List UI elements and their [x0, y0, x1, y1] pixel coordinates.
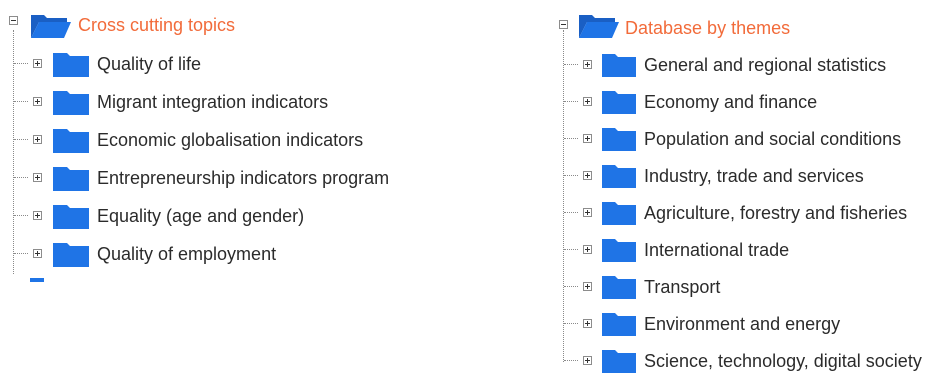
tree-connector [564, 249, 578, 250]
tree-connector [14, 63, 28, 64]
folder-icon [602, 313, 636, 336]
root-label-cross-cutting-topics[interactable]: Cross cutting topics [78, 14, 235, 36]
tree-connector [564, 323, 578, 324]
tree-item-entrepreneurship-indicators-program[interactable]: Entrepreneurship indicators program [97, 167, 389, 189]
folder-icon [602, 54, 636, 77]
folder-icon [602, 165, 636, 188]
tree-connector [14, 101, 28, 102]
root-label-database-by-themes[interactable]: Database by themes [625, 17, 790, 39]
expand-toggle-entrepreneurship-indicators-program[interactable] [33, 173, 42, 182]
collapse-toggle-database-by-themes[interactable] [559, 20, 568, 29]
tree-connector [14, 177, 28, 178]
folder-icon [602, 350, 636, 373]
tree-item-agriculture-forestry-and-fisheries[interactable]: Agriculture, forestry and fisheries [644, 202, 907, 224]
tree-connector [564, 360, 578, 361]
expand-toggle-industry-trade-and-services[interactable] [583, 171, 592, 180]
tree-item-international-trade[interactable]: International trade [644, 239, 789, 261]
tree-guide-line [563, 30, 564, 362]
tree-item-environment-and-energy[interactable]: Environment and energy [644, 313, 840, 335]
folder-icon [53, 53, 89, 77]
folder-icon [53, 91, 89, 115]
tree-guide-line [13, 30, 14, 274]
tree-item-population-and-social-conditions[interactable]: Population and social conditions [644, 128, 901, 150]
tree-item-migrant-integration-indicators[interactable]: Migrant integration indicators [97, 91, 328, 113]
tree-item-economy-and-finance[interactable]: Economy and finance [644, 91, 817, 113]
expand-toggle-quality-of-employment[interactable] [33, 249, 42, 258]
tree-connector [14, 139, 28, 140]
cross-cutting-topics-tree: Cross cutting topics Quality of life Mig… [0, 0, 470, 374]
collapse-toggle-cross-cutting-topics[interactable] [9, 16, 18, 25]
tree-connector [564, 138, 578, 139]
folder-icon [53, 167, 89, 191]
database-by-themes-tree: Database by themes General and regional … [548, 0, 950, 374]
expand-toggle-environment-and-energy[interactable] [583, 319, 592, 328]
tree-connector [564, 64, 578, 65]
folder-icon [53, 129, 89, 153]
folder-icon [602, 239, 636, 262]
tree-item-economic-globalisation-indicators[interactable]: Economic globalisation indicators [97, 129, 363, 151]
expand-toggle-agriculture-forestry-and-fisheries[interactable] [583, 208, 592, 217]
expand-toggle-economic-globalisation-indicators[interactable] [33, 135, 42, 144]
tree-connector [564, 175, 578, 176]
folder-icon [30, 278, 44, 282]
folder-icon [602, 91, 636, 114]
folder-icon [53, 243, 89, 267]
open-folder-icon [31, 15, 71, 38]
tree-item-quality-of-employment[interactable]: Quality of employment [97, 243, 276, 265]
open-folder-icon [579, 15, 619, 38]
expand-toggle-transport[interactable] [583, 282, 592, 291]
tree-connector [14, 215, 28, 216]
tree-connector [564, 101, 578, 102]
expand-toggle-population-and-social-conditions[interactable] [583, 134, 592, 143]
expand-toggle-economy-and-finance[interactable] [583, 97, 592, 106]
expand-toggle-migrant-integration-indicators[interactable] [33, 97, 42, 106]
tree-item-science-technology-digital-society[interactable]: Science, technology, digital society [644, 350, 922, 372]
tree-item-transport[interactable]: Transport [644, 276, 720, 298]
expand-toggle-equality-age-and-gender[interactable] [33, 211, 42, 220]
tree-connector [564, 286, 578, 287]
tree-item-general-and-regional-statistics[interactable]: General and regional statistics [644, 54, 886, 76]
expand-toggle-international-trade[interactable] [583, 245, 592, 254]
tree-item-industry-trade-and-services[interactable]: Industry, trade and services [644, 165, 864, 187]
folder-icon [602, 276, 636, 299]
tree-connector [564, 212, 578, 213]
tree-item-quality-of-life[interactable]: Quality of life [97, 53, 201, 75]
tree-item-equality-age-and-gender[interactable]: Equality (age and gender) [97, 205, 304, 227]
expand-toggle-quality-of-life[interactable] [33, 59, 42, 68]
expand-toggle-science-technology-digital-society[interactable] [583, 356, 592, 365]
folder-icon [602, 128, 636, 151]
folder-icon [53, 205, 89, 229]
tree-connector [14, 253, 28, 254]
folder-icon [602, 202, 636, 225]
expand-toggle-general-and-regional-statistics[interactable] [583, 60, 592, 69]
